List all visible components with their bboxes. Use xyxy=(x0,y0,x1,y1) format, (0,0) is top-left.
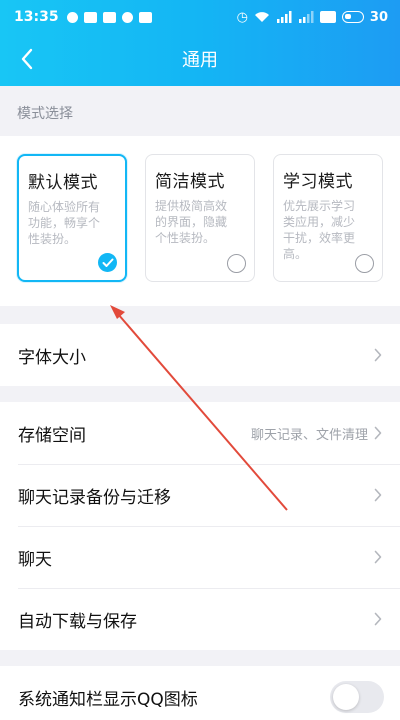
mode-card-study[interactable]: 学习模式 优先展示学习 类应用，减少 干扰，效率更 高。 xyxy=(273,154,383,282)
toggle-knob xyxy=(333,684,359,710)
wifi-icon xyxy=(254,12,269,22)
mode-desc-line: 功能，畅享个 xyxy=(28,216,101,230)
mode-selection-panel: 默认模式 随心体验所有 功能，畅享个 性装扮。 简洁模式 提供极简高效 的界面，… xyxy=(0,136,400,306)
font-size-label: 字体大小 xyxy=(18,347,86,368)
alarm-icon: ◷ xyxy=(236,9,248,25)
app-header: 13:35 ◷ 30 通用 xyxy=(0,0,400,86)
back-button[interactable] xyxy=(10,42,44,76)
font-size-group: 字体大小 xyxy=(0,324,400,386)
mode-title: 学习模式 xyxy=(283,172,353,192)
mode-desc-line: 提供极简高效 xyxy=(155,199,228,213)
mode-desc-line: 类应用，减少 xyxy=(283,215,356,229)
chevron-right-icon xyxy=(374,612,384,626)
storage-row[interactable]: 存储空间 聊天记录、文件清理 xyxy=(0,402,400,464)
mode-desc-line: 优先展示学习 xyxy=(283,199,356,213)
notify-qq-label: 系统通知栏显示QQ图标 xyxy=(18,689,198,710)
status-bar: 13:35 ◷ 30 xyxy=(0,0,400,34)
auto-download-row[interactable]: 自动下载与保存 xyxy=(0,588,400,650)
signal-icon-1 xyxy=(276,11,292,23)
nav-bar: 通用 xyxy=(0,34,400,84)
mode-card-simple[interactable]: 简洁模式 提供极简高效 的界面，隐藏 个性装扮。 xyxy=(145,154,255,282)
notify-qq-toggle[interactable] xyxy=(330,681,384,713)
mode-card-default[interactable]: 默认模式 随心体验所有 功能，畅享个 性装扮。 xyxy=(17,154,127,282)
storage-label: 存储空间 xyxy=(18,425,86,446)
signal-icon-2 xyxy=(298,11,314,23)
settings-group: 存储空间 聊天记录、文件清理 聊天记录备份与迁移 聊天 自动下载与保存 xyxy=(0,402,400,650)
mode-title: 简洁模式 xyxy=(155,172,225,192)
mode-desc: 提供极简高效 的界面，隐藏 个性装扮。 xyxy=(155,198,245,246)
page-title: 通用 xyxy=(182,50,218,71)
mode-section-label: 模式选择 xyxy=(17,106,73,122)
backup-label: 聊天记录备份与迁移 xyxy=(18,487,171,508)
battery-level: 30 xyxy=(369,9,388,25)
status-left: 13:35 xyxy=(14,9,152,25)
status-time: 13:35 xyxy=(14,9,59,25)
battery-icon xyxy=(341,11,364,23)
chevron-right-icon xyxy=(374,488,384,502)
font-size-row[interactable]: 字体大小 xyxy=(0,324,400,386)
mode-desc-line: 的界面，隐藏 xyxy=(155,215,228,229)
chat-row[interactable]: 聊天 xyxy=(0,526,400,588)
mode-desc-line: 个性装扮。 xyxy=(155,231,216,245)
mode-desc: 随心体验所有 功能，畅享个 性装扮。 xyxy=(28,199,116,247)
notify-qq-row: 系统通知栏显示QQ图标 xyxy=(0,666,400,720)
status-right: ◷ 30 xyxy=(237,10,388,25)
chat-label: 聊天 xyxy=(18,549,52,570)
auto-download-label: 自动下载与保存 xyxy=(18,611,137,632)
chevron-right-icon xyxy=(374,348,384,362)
mode-desc-line: 随心体验所有 xyxy=(28,200,101,214)
notification-bot-icon xyxy=(121,11,133,23)
mode-desc-line: 干扰，效率更 xyxy=(283,231,356,245)
notify-group: 系统通知栏显示QQ图标 xyxy=(0,666,400,720)
chevron-right-icon xyxy=(374,550,384,564)
chevron-right-icon xyxy=(374,426,384,440)
image-notification-icon xyxy=(138,11,152,23)
mode-desc-line: 性装扮。 xyxy=(28,232,77,246)
chevron-left-icon xyxy=(21,48,33,70)
selected-check-icon[interactable] xyxy=(98,253,117,272)
hd-icon xyxy=(319,11,336,23)
mail-icon xyxy=(102,11,116,23)
mode-title: 默认模式 xyxy=(28,173,98,193)
notification-app-icon xyxy=(83,11,97,23)
storage-sub: 聊天记录、文件清理 xyxy=(250,427,368,443)
notification-dot-icon xyxy=(66,11,78,23)
radio-unchecked-icon[interactable] xyxy=(355,254,374,273)
radio-unchecked-icon[interactable] xyxy=(227,254,246,273)
mode-desc: 优先展示学习 类应用，减少 干扰，效率更 高。 xyxy=(283,198,373,262)
backup-row[interactable]: 聊天记录备份与迁移 xyxy=(0,464,400,526)
